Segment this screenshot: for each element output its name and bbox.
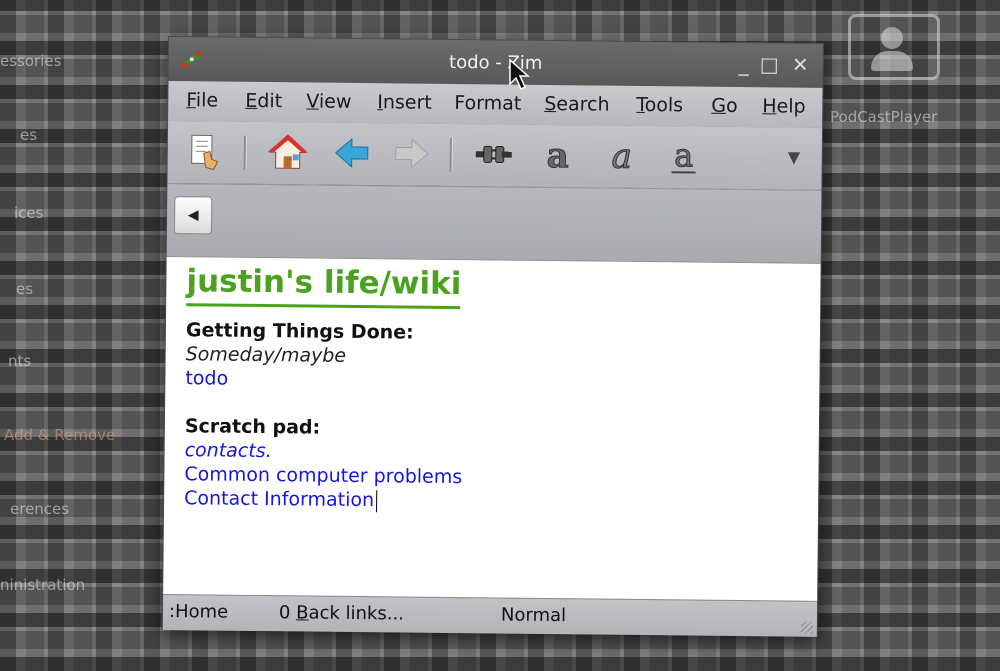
bold-icon[interactable]: a bbox=[538, 135, 578, 175]
menu-bar: File Edit View Insert Format Search Tool… bbox=[168, 81, 823, 128]
menu-tools[interactable]: Tools bbox=[636, 94, 683, 116]
text-cursor bbox=[375, 489, 378, 512]
status-bar: :Home 0 Back links... Normal bbox=[162, 593, 818, 637]
svg-text:a: a bbox=[547, 136, 569, 175]
toolbar-separator bbox=[243, 135, 247, 170]
home-icon[interactable] bbox=[267, 132, 308, 172]
desktop-menu-label-7: erences bbox=[10, 500, 70, 518]
heading-scratch-pad: Scratch pad: bbox=[184, 415, 321, 439]
svg-text:a: a bbox=[611, 137, 632, 176]
desktop-menu-label-1: essories bbox=[0, 52, 62, 70]
path-bar: ◀ bbox=[166, 184, 822, 263]
desktop-menu-label-6: Add & Remove bbox=[4, 426, 116, 444]
toolbar: a a a ▼ bbox=[167, 121, 823, 191]
toolbar-overflow-button[interactable]: ▼ bbox=[788, 147, 801, 166]
maximize-button[interactable]: □ bbox=[760, 52, 779, 76]
resize-grip[interactable] bbox=[800, 621, 813, 634]
menu-go[interactable]: Go bbox=[711, 95, 738, 117]
minimize-button[interactable]: _ bbox=[739, 52, 749, 76]
podcast-player-label: PodCastPlayer bbox=[830, 108, 938, 126]
desktop-menu-label-5: nts bbox=[8, 352, 32, 370]
status-page-name: :Home bbox=[168, 601, 229, 623]
backlinks-button[interactable]: 0 Back links... bbox=[279, 602, 404, 624]
todo-link[interactable]: todo bbox=[185, 367, 228, 389]
svg-text:a: a bbox=[674, 136, 693, 174]
link-icon[interactable] bbox=[474, 134, 514, 174]
underline-icon[interactable]: a bbox=[664, 136, 704, 176]
menu-insert[interactable]: Insert bbox=[377, 91, 432, 114]
desktop-menu-label-8: ninistration bbox=[0, 576, 86, 594]
common-computer-problems-link[interactable]: Common computer problems bbox=[184, 463, 462, 488]
someday-maybe-text: Someday/maybe bbox=[185, 343, 347, 367]
person-icon-body bbox=[871, 51, 913, 71]
menu-edit[interactable]: Edit bbox=[245, 90, 282, 112]
mouse-pointer-icon bbox=[509, 58, 530, 91]
menu-view[interactable]: View bbox=[306, 90, 351, 112]
heading-getting-things-done: Getting Things Done: bbox=[185, 319, 414, 344]
back-arrow-icon[interactable] bbox=[332, 133, 372, 173]
toolbar-separator bbox=[449, 137, 453, 172]
desktop-menu-label-3: ices bbox=[14, 204, 44, 222]
title-bar[interactable]: todo - Zim _ □ ✕ bbox=[168, 37, 823, 88]
italic-icon[interactable]: a bbox=[602, 136, 642, 176]
menu-help[interactable]: Help bbox=[762, 95, 806, 117]
forward-arrow-icon[interactable] bbox=[392, 133, 432, 173]
contact-information-link[interactable]: Contact Information bbox=[184, 487, 378, 512]
podcast-player-desktop-icon[interactable] bbox=[848, 14, 940, 80]
title-underline bbox=[186, 303, 461, 310]
desktop-menu-label-2: es bbox=[20, 126, 38, 144]
person-icon-head bbox=[881, 27, 903, 49]
page-title: justin's life/wiki bbox=[186, 263, 462, 303]
edit-page-icon[interactable] bbox=[186, 131, 226, 171]
menu-search[interactable]: Search bbox=[544, 93, 610, 116]
menu-format[interactable]: Format bbox=[454, 92, 521, 115]
contacts-link[interactable]: contacts. bbox=[185, 439, 272, 462]
pathbar-back-button[interactable]: ◀ bbox=[173, 196, 213, 235]
close-button[interactable]: ✕ bbox=[792, 53, 809, 77]
page-editor[interactable]: justin's life/wiki Getting Things Done: … bbox=[163, 255, 821, 602]
zim-window: todo - Zim _ □ ✕ File Edit View Insert F… bbox=[161, 36, 824, 637]
status-style-label: Normal bbox=[500, 604, 567, 627]
desktop-menu-label-4: es bbox=[16, 280, 34, 298]
window-title: todo - Zim bbox=[448, 51, 543, 74]
menu-file[interactable]: File bbox=[186, 89, 218, 111]
